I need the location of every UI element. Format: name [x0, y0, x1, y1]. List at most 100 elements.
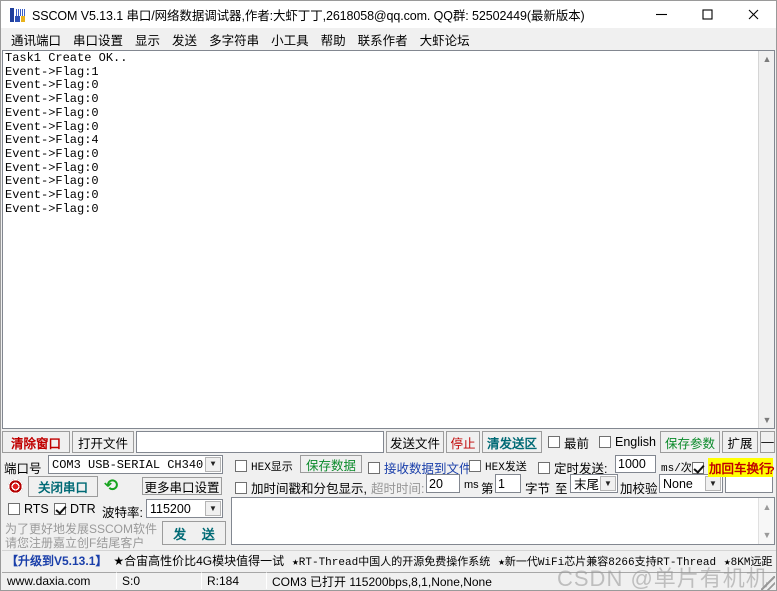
- hex-display-label: HEX显示: [251, 462, 293, 474]
- hex-send-checkbox[interactable]: HEX发送: [469, 458, 527, 474]
- window-controls: [638, 1, 776, 28]
- chevron-down-icon[interactable]: ▼: [600, 476, 616, 491]
- status-bar: www.daxia.com S:0 R:184 COM3 已打开 115200b…: [2, 570, 776, 590]
- send-button[interactable]: 发 送: [162, 521, 226, 545]
- status-received-count: R:184: [201, 572, 266, 589]
- title-bar: SSCOM V5.13.1 串口/网络数据调试器,作者:大虾丁丁,2618058…: [1, 1, 776, 28]
- open-file-button[interactable]: 打开文件: [72, 431, 134, 453]
- baud-select[interactable]: 115200 ▼: [146, 499, 223, 518]
- crlf-checkbox[interactable]: 加回车换行: [692, 458, 773, 477]
- extend-button[interactable]: 扩展: [722, 431, 758, 453]
- topmost-label: 最前: [563, 436, 589, 451]
- timestamp-label: 加时间戳和分包显示,: [251, 482, 367, 496]
- menu-bar: 通讯端口 串口设置 显示 发送 多字符串 小工具 帮助 联系作者 大虾论坛: [1, 29, 776, 50]
- chevron-down-icon[interactable]: ▼: [759, 528, 775, 542]
- timed-send-label: 定时发送:: [554, 462, 608, 476]
- chevron-up-icon[interactable]: ▲: [759, 51, 775, 67]
- checkbox-box: [692, 461, 704, 474]
- checkbox-box: [54, 503, 66, 515]
- menu-item-comm-port[interactable]: 通讯端口: [5, 28, 67, 51]
- menu-item-send[interactable]: 发送: [166, 28, 203, 51]
- maximize-button[interactable]: [684, 1, 730, 28]
- menu-item-display[interactable]: 显示: [129, 28, 166, 51]
- clear-window-button[interactable]: 清除窗口: [2, 431, 70, 453]
- save-params-button[interactable]: 保存参数: [660, 431, 720, 453]
- close-button[interactable]: [730, 1, 776, 28]
- receive-text-area[interactable]: Task1 Create OK.. Event->Flag:1 Event->F…: [2, 50, 775, 429]
- receive-scrollbar[interactable]: ▲ ▼: [758, 51, 774, 428]
- promo-item-4[interactable]: ★8KM远距: [724, 553, 772, 569]
- interval-input[interactable]: 1000: [615, 455, 656, 473]
- interval-unit-label: ms/次: [661, 463, 692, 475]
- port-select[interactable]: COM3 USB-SERIAL CH340 ▼: [48, 455, 223, 474]
- to-label: 至: [555, 482, 568, 496]
- recv-to-file-label: 接收数据到文件: [384, 462, 472, 476]
- save-data-button[interactable]: 保存数据: [300, 455, 362, 473]
- topmost-checkbox[interactable]: 最前: [547, 433, 589, 452]
- menu-item-tools[interactable]: 小工具: [265, 28, 315, 51]
- resize-grip-icon[interactable]: [761, 576, 775, 590]
- english-checkbox[interactable]: English: [599, 435, 656, 449]
- checksum-select-value: None: [663, 476, 693, 491]
- byte-suffix-label: 字节: [525, 482, 551, 496]
- timed-send-checkbox[interactable]: 定时发送:: [538, 458, 607, 477]
- hex-send-label: HEX发送: [485, 462, 527, 474]
- sscom-window: SSCOM V5.13.1 串口/网络数据调试器,作者:大虾丁丁,2618058…: [0, 0, 777, 591]
- chevron-down-icon[interactable]: ▼: [205, 457, 221, 472]
- send-area-scrollbar[interactable]: ▲ ▼: [758, 498, 774, 544]
- dtr-checkbox[interactable]: DTR: [54, 502, 96, 516]
- crlf-label: 加回车换行: [708, 458, 773, 477]
- promo-item-1[interactable]: ★合宙高性价比4G模块值得一试: [113, 552, 284, 569]
- port-status-led: [8, 479, 23, 494]
- menu-item-port-settings[interactable]: 串口设置: [67, 28, 129, 51]
- send-text-area[interactable]: ▲ ▼: [231, 497, 775, 545]
- baud-label: 波特率:: [102, 506, 143, 520]
- settings-panel: 端口号 COM3 USB-SERIAL CH340 ▼ 关闭串口 ⟲ 更多串口设…: [2, 454, 776, 550]
- chevron-down-icon[interactable]: ▼: [759, 412, 775, 428]
- hex-display-checkbox[interactable]: HEX显示: [235, 458, 293, 474]
- menu-item-multi-string[interactable]: 多字符串: [203, 28, 265, 51]
- checksum-label: 加校验: [620, 482, 658, 496]
- recv-to-file-checkbox[interactable]: 接收数据到文件: [368, 458, 472, 477]
- port-select-value: COM3 USB-SERIAL CH340: [52, 457, 204, 472]
- dtr-label: DTR: [70, 502, 96, 516]
- collapse-button[interactable]: —: [760, 431, 775, 453]
- receive-text-content: Task1 Create OK.. Event->Flag:1 Event->F…: [5, 51, 128, 216]
- chevron-down-icon[interactable]: ▼: [705, 476, 721, 491]
- help-marker-icon[interactable]: ?: [768, 465, 775, 477]
- minimize-button[interactable]: [638, 1, 684, 28]
- timestamp-checkbox[interactable]: 加时间戳和分包显示,: [235, 478, 367, 497]
- clear-send-area-button[interactable]: 清发送区: [481, 431, 542, 453]
- timeout-unit-label: ms: [464, 479, 479, 491]
- refresh-icon[interactable]: ⟲: [104, 477, 118, 494]
- promo-banner: 【升级到V5.13.1】 ★合宙高性价比4G模块值得一试 ★RT-Thread中…: [2, 550, 776, 570]
- stop-button[interactable]: 停止: [445, 431, 480, 453]
- promo-item-2[interactable]: ★RT-Thread中国人的开源免费操作系统: [292, 553, 490, 569]
- checkbox-box: [235, 481, 247, 494]
- port-label: 端口号: [4, 462, 42, 476]
- chevron-up-icon[interactable]: ▲: [759, 500, 775, 514]
- more-port-settings-button[interactable]: 更多串口设置: [142, 477, 222, 495]
- status-website[interactable]: www.daxia.com: [2, 572, 116, 589]
- promo-item-3[interactable]: ★新一代WiFi芯片兼容8266支持RT-Thread: [498, 553, 716, 569]
- checkbox-box: [469, 460, 481, 472]
- action-toolbar: 清除窗口 打开文件 发送文件 停止 清发送区 最前 English 保存参数 扩…: [2, 431, 776, 453]
- status-sent-count: S:0: [116, 572, 201, 589]
- chevron-down-icon[interactable]: ▼: [205, 501, 221, 516]
- menu-item-forum[interactable]: 大虾论坛: [414, 28, 476, 51]
- rts-label: RTS: [24, 502, 49, 516]
- sscom-app-icon: [10, 7, 26, 23]
- status-connection-info: COM3 已打开 115200bps,8,1,None,None: [266, 572, 776, 589]
- checkbox-box: [235, 460, 247, 472]
- close-port-button[interactable]: 关闭串口: [28, 476, 98, 497]
- upgrade-link[interactable]: 【升级到V5.13.1】: [6, 552, 107, 569]
- menu-item-help[interactable]: 帮助: [315, 28, 352, 51]
- send-file-button[interactable]: 发送文件: [385, 431, 444, 453]
- menu-item-contact-author[interactable]: 联系作者: [352, 28, 414, 51]
- baud-select-value: 115200: [150, 501, 191, 516]
- checkbox-box: [547, 436, 560, 448]
- rts-checkbox[interactable]: RTS: [8, 502, 49, 516]
- file-path-input[interactable]: [136, 431, 384, 453]
- byte-index-input[interactable]: 1: [495, 474, 521, 493]
- checkbox-box: [599, 436, 611, 448]
